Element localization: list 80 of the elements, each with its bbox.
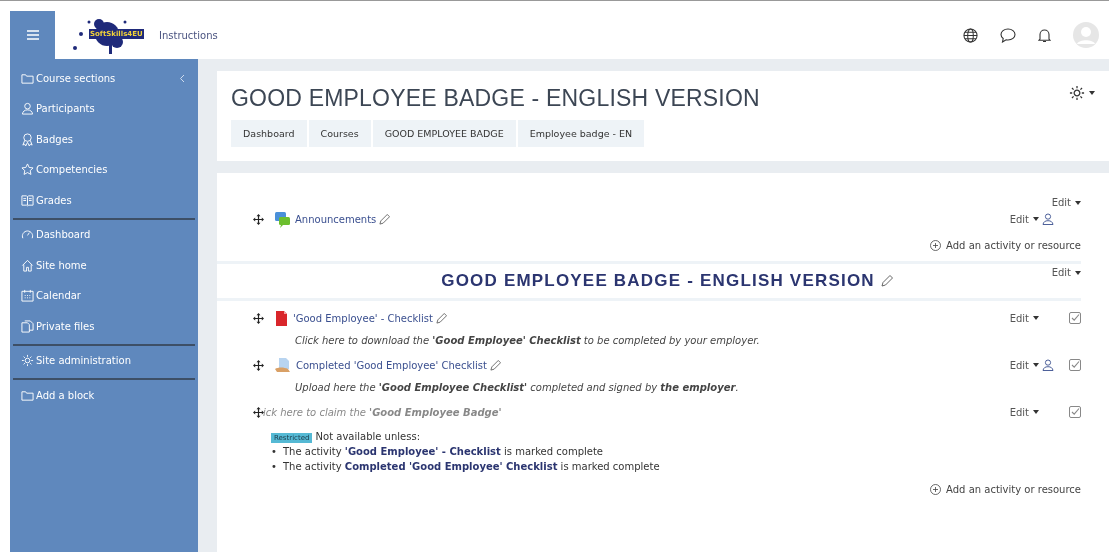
sidebar-item[interactable]: Competencies	[13, 154, 195, 185]
sidebar-item[interactable]: Site home	[13, 250, 195, 281]
caret-icon	[1033, 217, 1039, 221]
sidebar-item[interactable]: Add a block	[13, 380, 195, 411]
activity-link[interactable]: Completed 'Good Employee' Checklist	[296, 359, 487, 371]
menu-button[interactable]	[10, 11, 55, 59]
move-icon[interactable]	[253, 213, 264, 225]
add-icon	[930, 484, 942, 495]
add-icon	[930, 240, 942, 251]
add-activity-link[interactable]: Add an activity or resource	[930, 484, 1081, 495]
caret-icon	[1033, 410, 1039, 414]
group-mode-icon[interactable]	[1042, 213, 1054, 225]
edit-menu-button[interactable]: Edit	[1009, 359, 1039, 371]
caret-icon	[1033, 316, 1039, 320]
edit-menu-button[interactable]: Edit	[1009, 406, 1039, 418]
messages-icon[interactable]	[1000, 27, 1016, 43]
caret-icon	[1033, 363, 1039, 367]
pdf-file-icon	[274, 309, 289, 327]
page-title: GOOD EMPLOYEE BADGE - ENGLISH VERSION	[231, 85, 761, 112]
person-icon	[21, 102, 34, 116]
sidebar-item[interactable]: Grades	[13, 185, 195, 216]
caret-icon	[1089, 91, 1095, 95]
edit-pencil-icon[interactable]	[489, 359, 501, 371]
settings-menu-button[interactable]	[1069, 85, 1095, 101]
activity-description: Click here to download the 'Good Employee' Checklist to be completed by your employer.	[295, 335, 761, 346]
star-icon	[21, 163, 34, 177]
group-mode-icon[interactable]	[1042, 359, 1054, 371]
sidebar-item[interactable]: Calendar	[13, 280, 195, 311]
language-icon[interactable]	[963, 27, 978, 43]
edit-menu-button[interactable]: Edit	[1009, 213, 1039, 225]
activity-link[interactable]: Announcements	[295, 213, 377, 225]
edit-menu-button[interactable]: Edit	[1051, 197, 1081, 208]
restriction-intro: Not available unless:	[315, 431, 421, 442]
bullet: •	[271, 445, 278, 459]
book-icon	[21, 193, 34, 207]
edit-pencil-icon[interactable]	[435, 312, 447, 324]
folder-icon	[21, 388, 34, 402]
sidebar-item[interactable]: Site administration	[13, 345, 195, 376]
folder-icon	[21, 71, 34, 85]
menu-icon	[26, 30, 39, 40]
sidebar-item[interactable]: Private files	[13, 311, 195, 342]
site-name[interactable]: Instructions	[159, 29, 218, 41]
restriction-condition: The activity 'Good Employee' - Checklist is marked complete	[283, 445, 603, 459]
edit-menu-button[interactable]: Edit	[1009, 312, 1039, 324]
activity-link[interactable]: 'Good Employee' - Checklist	[344, 446, 501, 457]
move-icon[interactable]	[253, 359, 264, 371]
sidebar-item[interactable]: Badges	[13, 124, 195, 155]
activity-description: Upload here the 'Good Employee Checklist' completed and signed by the employer.	[295, 382, 740, 393]
sidebar-item[interactable]: Course sections	[13, 63, 195, 94]
files-icon	[21, 319, 34, 333]
move-icon[interactable]	[253, 312, 264, 324]
edit-pencil-icon[interactable]	[379, 213, 391, 225]
edit-menu-button[interactable]: Edit	[1051, 267, 1081, 278]
completion-checkbox[interactable]	[1069, 406, 1081, 418]
edit-pencil-icon[interactable]	[880, 275, 893, 287]
forum-icon	[274, 210, 291, 228]
breadcrumb-item[interactable]: GOOD EMPLOYEE BADGE	[372, 120, 516, 147]
calendar-icon	[21, 289, 34, 303]
restriction-condition: The activity Completed 'Good Employee' Checklist is marked complete	[283, 460, 660, 474]
sidebar-item[interactable]: Dashboard	[13, 219, 195, 250]
caret-icon	[1075, 200, 1081, 205]
caret-icon	[1075, 270, 1081, 275]
home-icon	[21, 258, 34, 272]
activity-link[interactable]: 'Good Employee' - Checklist	[293, 312, 433, 324]
breadcrumb-item[interactable]: Employee badge - EN	[517, 120, 645, 147]
collapse-icon[interactable]	[179, 73, 185, 83]
activity-label: ick here to claim the 'Good Employee Badge'	[263, 406, 502, 418]
assignment-icon	[274, 356, 292, 374]
breadcrumb-item[interactable]: Dashboard	[231, 120, 307, 147]
sidebar-item[interactable]: Participants	[13, 93, 195, 124]
move-icon[interactable]	[253, 406, 264, 418]
notifications-icon[interactable]	[1038, 27, 1051, 43]
completion-checkbox[interactable]	[1069, 312, 1081, 324]
badge-icon	[21, 132, 34, 146]
section-title: GOOD EMPLOYEE BADGE - ENGLISH VERSION	[441, 271, 875, 291]
activity-link[interactable]: Completed 'Good Employee' Checklist	[344, 461, 558, 472]
add-activity-link[interactable]: Add an activity or resource	[930, 240, 1081, 251]
bullet: •	[271, 460, 278, 474]
completion-checkbox[interactable]	[1069, 359, 1081, 371]
breadcrumb-item[interactable]: Courses	[308, 120, 371, 147]
